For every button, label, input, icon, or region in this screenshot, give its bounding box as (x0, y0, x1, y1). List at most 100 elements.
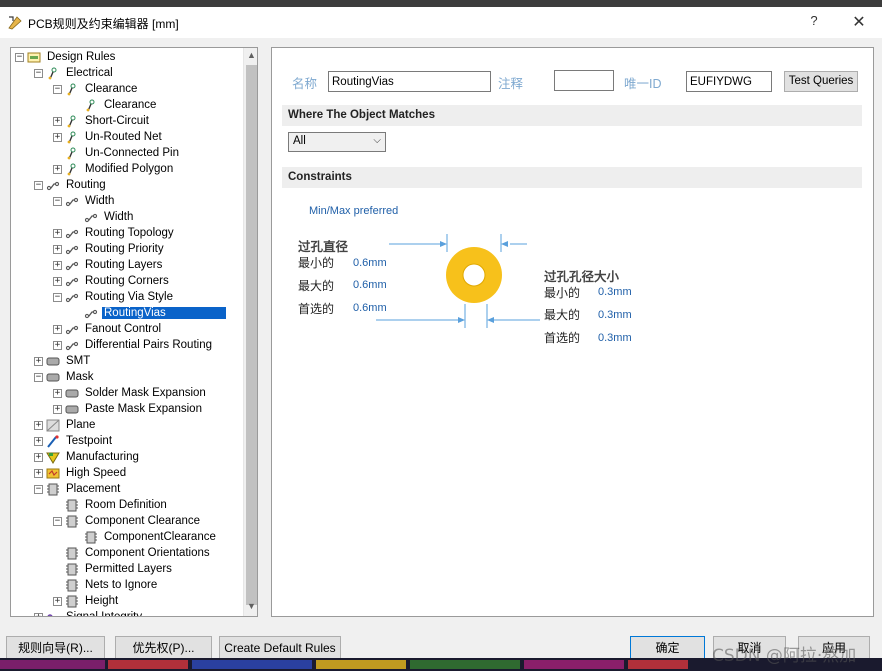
tree-item[interactable]: − Clearance (53, 81, 139, 97)
routing-icon (65, 277, 79, 286)
collapse-icon[interactable]: − (53, 292, 62, 302)
scroll-up-icon[interactable]: ▲ (244, 50, 257, 60)
via-diameter-pref-value[interactable]: 0.6mm (353, 302, 387, 314)
expand-icon[interactable]: + (34, 612, 43, 616)
tree-item[interactable]: − Routing Via Style (53, 289, 175, 305)
tree-item[interactable]: − Width (53, 193, 116, 209)
signal-integrity-icon (47, 613, 53, 616)
tree-item[interactable]: + Routing Topology (53, 225, 176, 241)
pcb-rules-app-icon (8, 16, 22, 30)
desktop-strip (0, 0, 882, 7)
tree-item[interactable]: − Mask (34, 369, 95, 385)
expand-icon[interactable]: + (53, 596, 62, 606)
tree-item[interactable]: + Plane (34, 417, 97, 433)
collapse-icon[interactable]: − (34, 484, 43, 494)
expand-icon[interactable]: + (34, 452, 43, 462)
tree-item[interactable]: ComponentClearance (72, 529, 218, 545)
rule-wizard-button[interactable]: 规则向导(R)... (6, 636, 105, 660)
expand-icon[interactable]: + (53, 228, 62, 238)
routing-icon (65, 325, 79, 334)
tree-item-label: RoutingVias (102, 307, 226, 319)
tree-item[interactable]: − Design Rules (15, 49, 117, 65)
expand-icon[interactable]: + (34, 356, 43, 366)
via-diameter-max-value[interactable]: 0.6mm (353, 279, 387, 291)
tree-item[interactable]: + Routing Corners (53, 273, 171, 289)
help-button[interactable]: ? (806, 13, 822, 28)
ok-button[interactable]: 确定 (630, 636, 705, 660)
tree-item[interactable]: + Differential Pairs Routing (53, 337, 214, 353)
tree-scrollbar[interactable]: ▲ ▼ (243, 48, 257, 616)
expand-icon[interactable]: + (53, 388, 62, 398)
tree-item[interactable]: + Height (53, 593, 120, 609)
tree-item[interactable]: − Component Clearance (53, 513, 202, 529)
testpoint-icon (47, 434, 59, 448)
arrow-icon (487, 317, 494, 323)
expand-icon[interactable]: + (34, 468, 43, 478)
tree-item[interactable]: + Signal Integrity (34, 609, 144, 616)
tree-item[interactable]: Un-Connected Pin (53, 145, 181, 161)
expand-icon[interactable]: + (53, 340, 62, 350)
tree-item[interactable]: − Electrical (34, 65, 115, 81)
collapse-icon[interactable]: − (53, 516, 62, 526)
collapse-icon[interactable]: − (15, 52, 24, 62)
tree-item[interactable]: + Paste Mask Expansion (53, 401, 204, 417)
hole-size-title: 过孔孔径大小 (544, 269, 620, 284)
expand-icon[interactable]: + (53, 404, 62, 414)
tree-item-label: Un-Routed Net (85, 131, 162, 143)
tree-item-label: Routing Corners (85, 275, 169, 287)
expand-icon[interactable]: + (53, 132, 62, 142)
hole-size-max-value[interactable]: 0.3mm (598, 309, 632, 321)
hole-size-pref-value[interactable]: 0.3mm (598, 332, 632, 344)
tree-item[interactable]: Room Definition (53, 497, 169, 513)
tree-item[interactable]: + Solder Mask Expansion (53, 385, 208, 401)
tree-item[interactable]: + Short-Circuit (53, 113, 151, 129)
scroll-thumb[interactable] (246, 65, 257, 605)
tree-item[interactable]: Nets to Ignore (53, 577, 159, 593)
tree-item-label: Plane (66, 419, 96, 431)
collapse-icon[interactable]: − (34, 68, 43, 78)
expand-icon[interactable]: + (53, 116, 62, 126)
title-bar: PCB规则及约束编辑器 [mm] ? ✕ (0, 7, 882, 38)
tree-item[interactable]: + Modified Polygon (53, 161, 175, 177)
tree-item-label: Placement (66, 483, 121, 495)
tree-item[interactable]: Clearance (72, 97, 158, 113)
electrical-rule-icon (67, 83, 76, 95)
tree-item[interactable]: + Fanout Control (53, 321, 163, 337)
tree-item[interactable]: − Routing (34, 177, 108, 193)
expand-icon[interactable]: + (53, 244, 62, 254)
tree-item[interactable]: Permitted Layers (53, 561, 174, 577)
tree-item-label: Component Clearance (85, 515, 201, 527)
tree-item[interactable]: Width (72, 209, 135, 225)
tree-item[interactable]: + High Speed (34, 465, 128, 481)
via-diameter-min-value[interactable]: 0.6mm (353, 257, 387, 269)
tree-item[interactable]: RoutingVias (72, 305, 226, 321)
tree-item[interactable]: + Testpoint (34, 433, 114, 449)
collapse-icon[interactable]: − (53, 196, 62, 206)
tree-item[interactable]: + Routing Priority (53, 241, 166, 257)
collapse-icon[interactable]: − (34, 180, 43, 190)
tree-item-label: Electrical (66, 67, 113, 79)
create-default-rules-button[interactable]: Create Default Rules (219, 636, 341, 660)
expand-icon[interactable]: + (53, 164, 62, 174)
expand-icon[interactable]: + (53, 260, 62, 270)
tree-item-label: Testpoint (66, 435, 113, 447)
tree-item[interactable]: + Routing Layers (53, 257, 164, 273)
collapse-icon[interactable]: − (34, 372, 43, 382)
expand-icon[interactable]: + (53, 324, 62, 334)
hole-size-min-value[interactable]: 0.3mm (598, 286, 632, 298)
tree-item[interactable]: + SMT (34, 353, 92, 369)
close-button[interactable]: ✕ (850, 12, 868, 32)
expand-icon[interactable]: + (34, 436, 43, 446)
expand-icon[interactable]: + (53, 276, 62, 286)
tree-item[interactable]: Component Orientations (53, 545, 212, 561)
expand-icon[interactable]: + (34, 420, 43, 430)
tree-item[interactable]: + Un-Routed Net (53, 129, 164, 145)
hole-size-min-label: 最小的 (544, 286, 581, 300)
mask-icon (65, 405, 79, 413)
priorities-button[interactable]: 优先权(P)... (115, 636, 212, 660)
arrow-icon (458, 317, 465, 323)
scroll-down-icon[interactable]: ▼ (244, 601, 257, 611)
tree-item[interactable]: − Placement (34, 481, 122, 497)
collapse-icon[interactable]: − (53, 84, 62, 94)
tree-item[interactable]: + Manufacturing (34, 449, 141, 465)
